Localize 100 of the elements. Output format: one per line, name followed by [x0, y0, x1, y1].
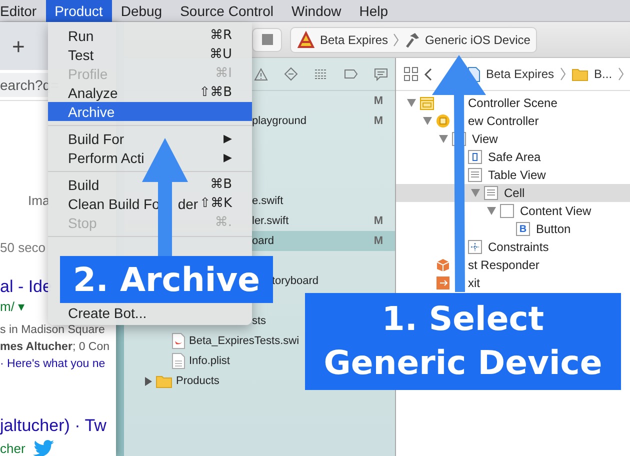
result-link[interactable]: · Here's what you ne [0, 358, 106, 370]
file-name: Info.plist [189, 355, 230, 367]
file-name: Products [176, 375, 220, 387]
view-icon [500, 204, 514, 218]
chevron-icon [560, 67, 566, 81]
menu-item-label: Create Bot... [68, 304, 147, 320]
outline-label: Table View [488, 168, 546, 182]
outline-label: View [472, 132, 498, 146]
file-name: playground [252, 115, 306, 127]
bird-icon [33, 440, 56, 456]
outline-label: Safe Area [488, 150, 541, 164]
back-icon[interactable] [424, 68, 432, 80]
file-row[interactable]: Info.plist [124, 351, 230, 371]
callout-label: 1. Select Generic Device [305, 293, 621, 390]
menu-item[interactable]: Perform Acti ▶ [48, 148, 252, 167]
comment-icon[interactable] [374, 68, 388, 80]
menu-item-label: Analyze [68, 84, 118, 100]
menu-item[interactable]: Run ⌘R [48, 26, 252, 45]
shortcut: ⇧⌘B [199, 85, 232, 100]
exit-icon [436, 276, 450, 290]
modified-status: M [374, 235, 383, 247]
tag-icon[interactable] [344, 69, 358, 79]
app-icon [297, 30, 315, 48]
outline-row[interactable]: Controller Scene [396, 94, 630, 112]
swift-file-icon [172, 333, 185, 349]
menu-bar-item[interactable]: Window [282, 0, 350, 22]
menu-item[interactable]: Test ⌘U [48, 45, 252, 64]
chevron-icon [393, 32, 400, 46]
constraints-icon [468, 240, 482, 254]
shortcut: ⌘B [210, 177, 232, 192]
result-snippet: s in Madison Square [0, 324, 105, 336]
outline-row[interactable]: B Button [396, 220, 630, 238]
disclosure-triangle-icon[interactable] [471, 189, 480, 197]
menu-bar-item[interactable]: Source Control [171, 0, 282, 22]
warning-icon[interactable] [254, 68, 268, 80]
list-icon[interactable] [314, 69, 328, 79]
shortcut: ⌘. [214, 215, 232, 230]
hammer-icon [404, 32, 420, 48]
disclosure-triangle-icon[interactable] [407, 99, 416, 107]
menu-item[interactable]: Build ⌘B [48, 175, 252, 194]
button-icon: B [516, 222, 530, 236]
disclosure-triangle-icon[interactable] [487, 207, 496, 215]
folder-icon [156, 374, 172, 388]
new-tab-button[interactable]: + [10, 36, 27, 58]
outline-label: xit [468, 276, 480, 290]
outline-row[interactable]: Constraints [396, 238, 630, 256]
menu-bar-item[interactable]: Editor [0, 0, 46, 22]
file-row[interactable]: Products [124, 371, 220, 391]
file-row[interactable]: Beta_ExpiresTests.swi [124, 331, 300, 351]
outline-label: ew Controller [468, 114, 539, 128]
grid-icon[interactable] [404, 67, 418, 81]
outline-label: Controller Scene [468, 96, 558, 110]
disclosure-triangle-icon[interactable] [144, 376, 152, 386]
outline-label: st Responder [468, 258, 540, 272]
outline-row[interactable]: Cell [396, 184, 630, 202]
destination-name: Generic iOS Device [425, 32, 530, 46]
cube-icon [436, 258, 450, 272]
menu-bar-item[interactable]: Help [350, 0, 398, 22]
menu-item[interactable]: Archive [48, 102, 252, 121]
shortcut: ⌘I [215, 66, 232, 81]
outline-label: Content View [520, 204, 592, 218]
result-title[interactable]: al - Ide [0, 277, 52, 297]
outline-row[interactable]: Table View [396, 166, 630, 184]
outline-row[interactable]: xit [396, 274, 630, 292]
menu-bar-item[interactable]: Product [46, 0, 112, 22]
menu-item-label: der [178, 196, 198, 212]
shortcut: ⇧⌘K [200, 196, 232, 211]
disclosure-triangle-icon[interactable] [423, 117, 432, 125]
disclosure-triangle-icon[interactable] [439, 135, 448, 143]
result-stats: 50 seco [0, 240, 46, 255]
outline-label: Button [536, 222, 571, 236]
outline-row[interactable]: ew Controller [396, 112, 630, 130]
breadcrumb[interactable]: Beta Expires [486, 67, 554, 81]
outline-row[interactable]: Content View [396, 202, 630, 220]
menu-item-label: Profile [68, 66, 108, 82]
table-icon [484, 186, 498, 200]
menu-bar-item[interactable]: Debug [112, 0, 172, 22]
result-snippet: mes Altucher; 0 Con [0, 341, 110, 353]
diamond-icon[interactable] [284, 67, 298, 81]
menu-item-label: Build For [68, 130, 124, 146]
menu-item-label: Archive [68, 104, 115, 120]
modified-status: M [374, 215, 383, 227]
outline-row[interactable]: st Responder [396, 256, 630, 274]
file-name: Beta_ExpiresTests.swi [189, 335, 300, 347]
folder-icon [572, 68, 588, 80]
scheme-name: Beta Expires [320, 32, 388, 46]
menu-item-label: Perform Acti [68, 150, 144, 166]
breadcrumb[interactable]: B... [594, 67, 612, 81]
file-name: oard [252, 235, 274, 247]
scheme-selector[interactable]: Beta Expires Generic iOS Device [290, 26, 538, 52]
stop-button[interactable] [252, 28, 282, 52]
menu-item[interactable]: Build For ▶ [48, 129, 252, 148]
menu-item-label: Test [68, 46, 94, 62]
menu-item-label: Run [68, 28, 94, 44]
callout-label: 2. Archive [60, 256, 273, 303]
outline-label: Cell [504, 186, 525, 200]
file-icon [172, 353, 185, 369]
menu-item-label: Stop [68, 214, 97, 230]
outline-row[interactable]: Safe Area [396, 148, 630, 166]
menu-item[interactable]: Create Bot... [48, 303, 252, 322]
